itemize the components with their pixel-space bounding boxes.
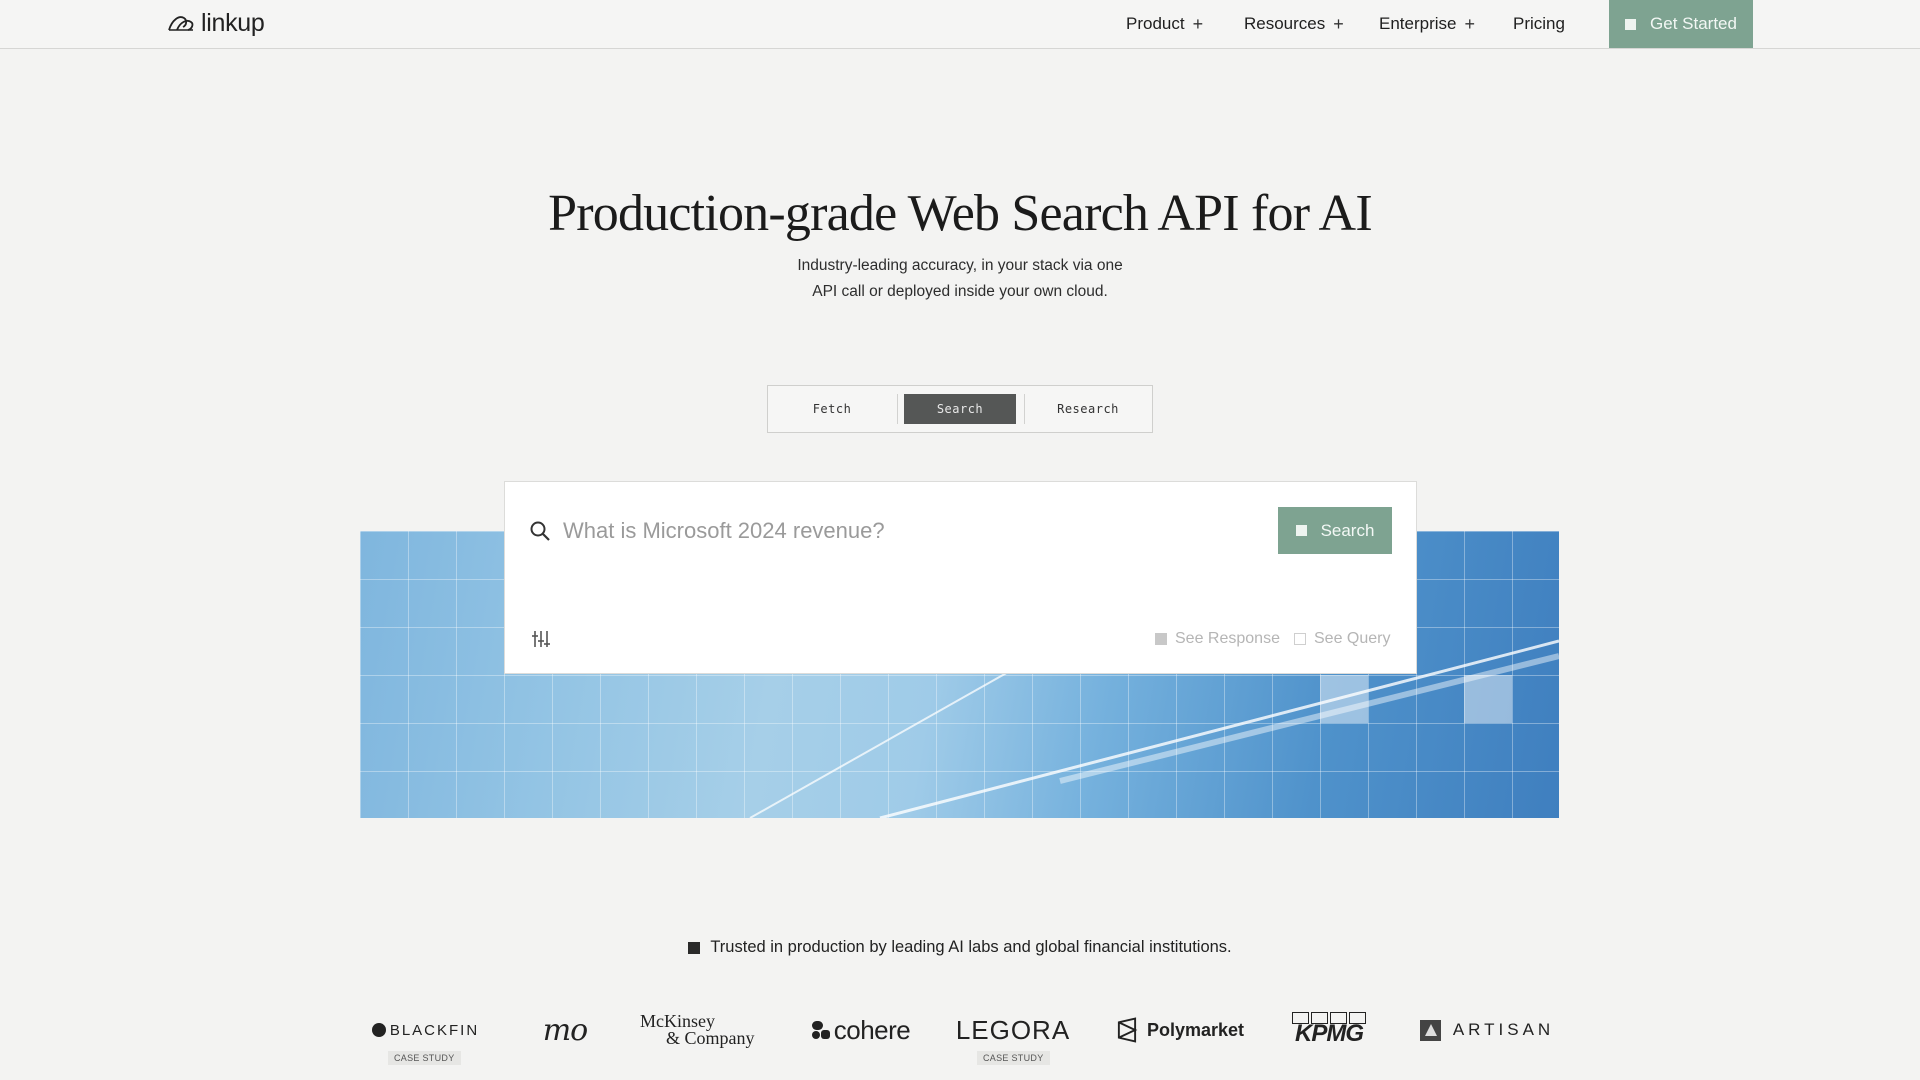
logo-kpmg: KPMG [1288,1010,1370,1050]
checkbox-unchecked [1294,633,1306,645]
search-card: Search See Response See Query [504,481,1417,674]
tab-search[interactable]: Search [904,394,1016,424]
hero-title: Production-grade Web Search API for AI [548,185,1373,242]
tab-research[interactable]: Research [1032,394,1144,424]
filters-icon[interactable] [531,629,551,649]
legora-text: LEGORA [955,1014,1071,1045]
search-input[interactable] [563,512,1253,550]
get-started-label: Get Started [1650,14,1737,33]
search-button-label: Search [1320,520,1375,540]
nav-pricing[interactable]: Pricing [1513,14,1565,34]
nav-pricing-label: Pricing [1513,14,1565,33]
logo-blackfin: BLACKFIN [368,1010,483,1050]
plus-icon: + [1192,13,1204,34]
see-response-label: See Response [1175,630,1280,647]
plus-icon: + [1464,13,1475,34]
see-query-label: See Query [1314,630,1391,647]
hero-subtitle: Industry-leading accuracy, in your stack… [760,253,1160,305]
top-navigation: linkup Product + Resources + Enterprise … [0,0,1920,49]
artisan-mark-icon [1419,1019,1441,1041]
square-icon [1625,18,1637,30]
tab-fetch[interactable]: Fetch [776,394,888,424]
search-icon [530,521,550,541]
get-started-button[interactable]: Get Started [1609,0,1753,48]
mckinsey-line2: & Company [666,1028,755,1048]
logo-polymarket: Polymarket [1116,1010,1244,1050]
checkbox-checked [1155,633,1167,645]
see-query-toggle[interactable]: See Query [1294,630,1390,648]
blackfin-text: BLACKFIN [389,1021,480,1039]
tab-divider [1024,394,1025,424]
hero-subtitle-line2: API call or deployed inside your own clo… [812,283,1108,300]
see-response-toggle[interactable]: See Response [1155,630,1280,648]
logo-text: linkup [201,8,265,37]
logo-artisan: ARTISAN [1418,1010,1556,1050]
kpmg-text: KPMG [1295,1020,1364,1047]
nav-resources-label: Resources [1244,14,1326,33]
logo-mo: mo [530,1010,600,1050]
blackfin-mark-icon [371,1023,386,1037]
polymarket-mark-icon [1117,1017,1138,1043]
mo-text: mo [542,1012,589,1048]
trusted-text: Trusted in production by leading AI labs… [710,938,1232,956]
logo-cohere: cohere [806,1010,916,1050]
nav-enterprise[interactable]: Enterprise + [1379,14,1475,34]
nav-product[interactable]: Product + [1126,14,1203,34]
cohere-mark-icon [811,1021,830,1039]
nav-resources[interactable]: Resources + [1244,14,1344,34]
logo-mckinsey: McKinsey & Company [640,1010,765,1050]
linkup-logo[interactable]: linkup [167,8,265,38]
logo-legora: LEGORA [955,1010,1071,1050]
plus-icon: + [1333,13,1344,34]
artisan-text: ARTISAN [1452,1020,1555,1039]
trusted-by-line: Trusted in production by leading AI labs… [0,938,1920,957]
square-icon [1295,525,1307,536]
square-bullet-icon [688,941,701,954]
case-study-badge[interactable]: CASE STUDY [388,1051,461,1065]
hero-subtitle-line1: Industry-leading accuracy, in your stack… [797,257,1123,274]
case-study-badge[interactable]: CASE STUDY [977,1051,1050,1065]
mode-tabs: Fetch Search Research [767,385,1153,433]
tab-divider [897,394,898,424]
polymarket-text: Polymarket [1146,1019,1244,1040]
nav-enterprise-label: Enterprise [1379,14,1457,33]
cohere-text: cohere [833,1014,911,1045]
linkup-logo-icon [168,16,194,31]
search-button[interactable]: Search [1278,507,1392,554]
nav-product-label: Product [1126,14,1185,33]
